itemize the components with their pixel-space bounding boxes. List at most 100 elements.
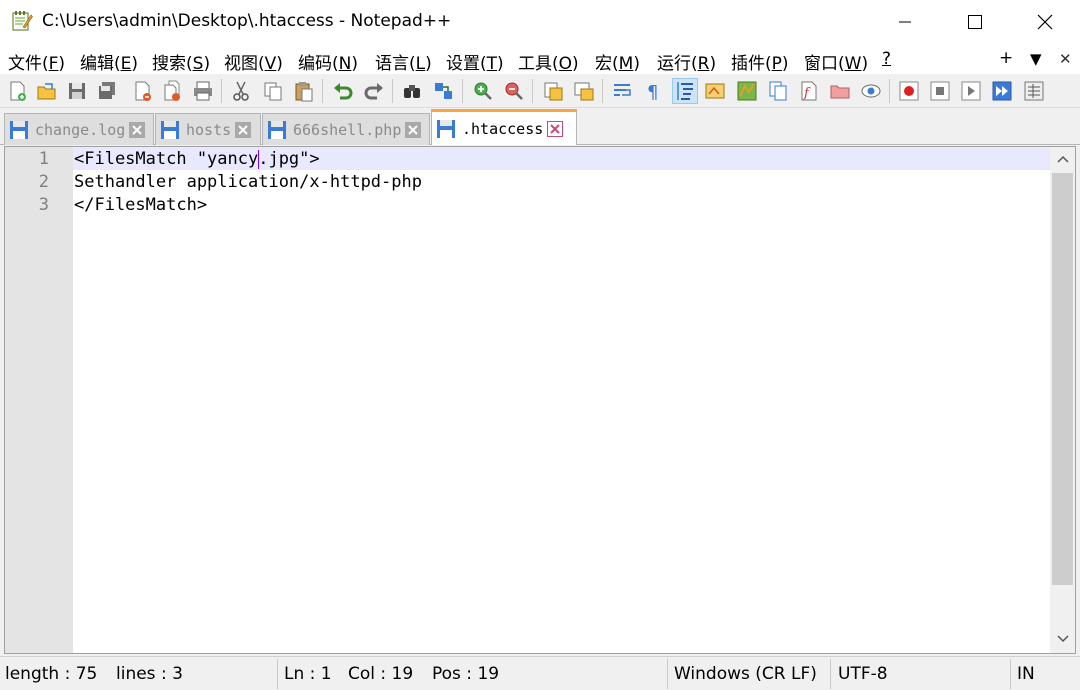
scroll-down-button[interactable]	[1050, 627, 1075, 651]
scrollbar-thumb[interactable]	[1052, 173, 1073, 585]
show-all-chars-button[interactable]: ¶	[640, 78, 666, 104]
close-icon	[550, 123, 560, 134]
notepad-app-icon	[12, 11, 33, 31]
save-all-button[interactable]	[94, 78, 120, 104]
cut-button[interactable]	[228, 78, 254, 104]
close-icon	[238, 124, 248, 135]
doc-map-button[interactable]	[734, 78, 760, 104]
undo-button[interactable]	[330, 78, 356, 104]
sync-horizontal-button[interactable]	[571, 78, 597, 104]
tab-hosts[interactable]: hosts	[155, 113, 261, 145]
record-macro-button[interactable]	[896, 78, 922, 104]
menu-search[interactable]: 搜索(S)	[152, 49, 210, 74]
function-list-button[interactable]: f	[796, 78, 822, 104]
indent-guide-icon	[677, 82, 693, 100]
menu-encoding-label: 编码(	[298, 54, 339, 74]
code-text-area[interactable]: <FilesMatch "yancy.jpg"> Sethandler appl…	[73, 147, 1050, 653]
close-window-button[interactable]	[1010, 0, 1080, 44]
tab-close-button[interactable]	[547, 120, 564, 137]
scroll-up-button[interactable]	[1050, 147, 1075, 171]
code-line[interactable]: </FilesMatch>	[74, 195, 207, 215]
menu-file[interactable]: 文件(F)	[8, 49, 65, 74]
stop-record-button[interactable]	[927, 78, 953, 104]
open-file-button[interactable]	[34, 78, 60, 104]
menu-language[interactable]: 语言(L)	[375, 49, 432, 74]
menu-plugins[interactable]: 插件(P)	[731, 49, 789, 74]
folder-workspace-button[interactable]	[827, 78, 853, 104]
run-macro-multiple-button[interactable]	[989, 78, 1015, 104]
copy-button[interactable]	[260, 78, 286, 104]
menu-language-key: L	[415, 54, 426, 74]
code-line[interactable]: <FilesMatch "yancy.jpg">	[74, 149, 320, 169]
status-divider	[1010, 659, 1011, 689]
find-button[interactable]	[399, 78, 425, 104]
menu-tools[interactable]: 工具(O)	[518, 49, 579, 74]
doc-list-button[interactable]	[765, 78, 791, 104]
line-number: 3	[38, 195, 49, 215]
close-all-icon	[164, 80, 180, 101]
status-insert-mode: IN	[1017, 664, 1035, 684]
status-pos: Pos : 19	[432, 664, 500, 684]
maximize-button[interactable]	[940, 0, 1010, 44]
paste-button[interactable]	[291, 78, 317, 104]
menu-window[interactable]: 窗口(W)	[804, 49, 868, 74]
menu-encoding[interactable]: 编码(N)	[298, 49, 358, 74]
word-wrap-button[interactable]	[610, 78, 636, 104]
close-button[interactable]	[130, 78, 156, 104]
find-icon	[404, 85, 420, 98]
replace-button[interactable]	[431, 78, 457, 104]
zoom-in-icon	[474, 82, 492, 100]
sync-vertical-button[interactable]	[540, 78, 566, 104]
close-document-button[interactable]: ✕	[1059, 50, 1072, 68]
print-button[interactable]	[190, 78, 216, 104]
menu-run[interactable]: 运行(R)	[657, 49, 716, 74]
menu-search-end: )	[203, 54, 211, 74]
minimize-button[interactable]	[870, 0, 940, 44]
tab-label: 666shell.php	[293, 120, 402, 139]
vertical-scrollbar[interactable]	[1050, 147, 1075, 653]
menu-view[interactable]: 视图(V)	[224, 49, 283, 74]
paste-icon	[295, 82, 313, 102]
menu-edit[interactable]: 编辑(E)	[80, 49, 138, 74]
tab-close-button[interactable]	[405, 121, 422, 138]
monitoring-button[interactable]	[858, 78, 884, 104]
user-lang-icon	[705, 83, 725, 99]
play-macro-button[interactable]	[958, 78, 984, 104]
save-macro-button[interactable]	[1021, 78, 1047, 104]
line-number: 1	[38, 149, 49, 169]
toolbar-separator	[532, 79, 533, 103]
indent-guide-button[interactable]	[672, 78, 698, 104]
new-tab-button[interactable]: +	[999, 48, 1013, 68]
menu-view-key: V	[264, 54, 277, 74]
menu-settings[interactable]: 设置(T)	[446, 49, 504, 74]
zoom-out-button[interactable]	[501, 78, 527, 104]
tab-list-dropdown[interactable]: ▼	[1030, 50, 1042, 68]
play-macro-icon	[961, 81, 981, 101]
sync-horizontal-icon	[574, 82, 594, 101]
menu-window-end: )	[861, 54, 869, 74]
menu-language-label: 语言(	[375, 54, 416, 74]
saved-file-icon	[268, 120, 286, 139]
tab-htaccess[interactable]: .htaccess	[431, 109, 577, 145]
menu-view-end: )	[276, 54, 283, 74]
tab-666shell-php[interactable]: 666shell.php	[262, 113, 430, 145]
code-line[interactable]: Sethandler application/x-httpd-php	[74, 172, 422, 192]
tab-close-button[interactable]	[129, 121, 146, 138]
status-encoding: UTF-8	[838, 664, 888, 684]
tab-close-button[interactable]	[235, 121, 252, 138]
tab-change-log[interactable]: change.log	[4, 113, 154, 145]
menu-macro[interactable]: 宏(M)	[595, 49, 640, 74]
tab-label: hosts	[186, 120, 232, 139]
monitoring-icon	[861, 84, 881, 98]
zoom-in-button[interactable]	[470, 78, 496, 104]
redo-button[interactable]	[361, 78, 387, 104]
close-all-button[interactable]	[160, 78, 186, 104]
save-button[interactable]	[64, 78, 90, 104]
menu-help[interactable]: ?	[882, 49, 891, 69]
new-file-button[interactable]	[5, 78, 31, 104]
tab-label: .htaccess	[462, 119, 544, 138]
minimize-icon	[899, 21, 911, 23]
undo-icon	[334, 83, 353, 100]
menu-run-end: )	[709, 54, 717, 74]
user-lang-button[interactable]	[702, 78, 728, 104]
